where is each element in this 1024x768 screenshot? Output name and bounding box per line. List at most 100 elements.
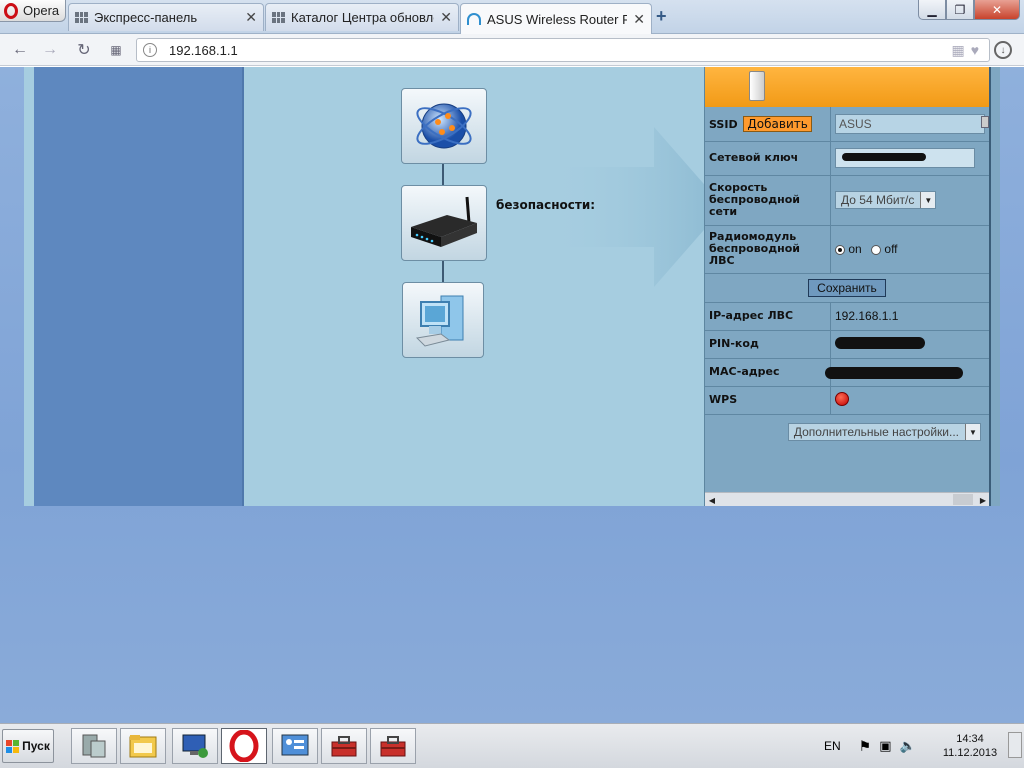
windows-flag-icon xyxy=(6,739,20,753)
taskbar-remote-desktop[interactable] xyxy=(172,728,218,764)
network-key-label: Сетевой ключ xyxy=(705,141,831,176)
language-indicator[interactable]: EN xyxy=(824,739,841,753)
wps-status-indicator[interactable] xyxy=(835,391,849,406)
taskbar-server-manager[interactable] xyxy=(71,728,117,764)
connector-line xyxy=(442,260,444,282)
server-manager-icon xyxy=(82,734,106,758)
add-ssid-button[interactable]: Добавить xyxy=(743,115,812,132)
wireless-speed-value: До 54 Мбит/с xyxy=(841,193,915,207)
tab-title: Экспресс-панель xyxy=(94,10,198,25)
chevron-down-icon[interactable]: ▼ xyxy=(965,424,980,441)
wireless-speed-select[interactable]: До 54 Мбит/с ▼ xyxy=(835,191,937,209)
advanced-settings-select[interactable]: Дополнительные настройки... ▼ xyxy=(787,423,981,442)
tab-asus-router[interactable]: ASUS Wireless Router RT ✕ xyxy=(460,3,652,34)
page-viewport: безопасности: SSID Добавить ASUS Сетевой… xyxy=(0,67,1024,723)
radio-on-label: on xyxy=(848,242,862,256)
page-right-border xyxy=(989,67,1000,506)
new-tab-button[interactable]: + xyxy=(656,6,667,27)
advanced-settings-label: Дополнительные настройки... xyxy=(793,425,959,440)
taskbar-explorer[interactable] xyxy=(120,728,166,764)
opera-icon xyxy=(229,730,259,762)
volume-muted-icon[interactable]: 🔈 xyxy=(900,738,916,754)
address-text[interactable]: 192.168.1.1 xyxy=(169,43,238,58)
tab-title: ASUS Wireless Router RT xyxy=(487,11,628,27)
pin-redaction xyxy=(835,336,925,349)
clock-date: 11.12.2013 xyxy=(942,747,998,759)
radio-off-label: off xyxy=(884,242,898,256)
system-tray: EN ⚑ ▣ 🔈 xyxy=(824,729,916,763)
clock-time: 14:34 xyxy=(956,733,984,745)
taskbar-toolbox-2[interactable] xyxy=(370,728,416,764)
radio-off-option[interactable] xyxy=(871,244,882,255)
taskbar-toolbox-1[interactable] xyxy=(321,728,367,764)
ssid-input[interactable] xyxy=(835,113,985,134)
windows-taskbar: Пуск EN ⚑ ▣ 🔈 14:34 11.12.2013 xyxy=(0,723,1024,768)
show-desktop-button[interactable] xyxy=(1008,732,1022,758)
start-label: Пуск xyxy=(22,739,50,753)
network-key-input[interactable] xyxy=(835,148,975,168)
tab-close-icon[interactable]: ✕ xyxy=(633,11,645,28)
lan-ip-label: IP-адрес ЛВС xyxy=(705,302,831,331)
network-icon[interactable]: ▣ xyxy=(879,738,891,754)
speed-dial-add-icon[interactable]: ▦ xyxy=(951,42,964,59)
opera-menu-label: Opera xyxy=(23,3,60,18)
scroll-thumb[interactable] xyxy=(953,494,973,505)
horizontal-scrollbar[interactable]: ◀ ▶ xyxy=(705,492,990,506)
speed-dial-grid-icon[interactable]: ▦ xyxy=(106,40,126,60)
page-icon xyxy=(272,12,285,23)
connector-line xyxy=(442,163,444,185)
address-bar[interactable]: i 192.168.1.1 ▦ ♥ xyxy=(136,38,990,62)
redaction-mark xyxy=(842,153,926,161)
panel-header xyxy=(705,67,989,107)
close-window-button[interactable]: ✕ xyxy=(974,0,1020,20)
left-menu-column xyxy=(24,67,246,506)
wifi-icon xyxy=(467,13,481,25)
tab-update-catalog[interactable]: Каталог Центра обновле ✕ xyxy=(265,3,459,31)
browser-tab-bar: Opera Экспресс-панель ✕ Каталог Центра о… xyxy=(0,0,1024,34)
start-button[interactable]: Пуск xyxy=(2,729,54,763)
taskbar-control-panel[interactable] xyxy=(272,728,318,764)
toolbox-icon xyxy=(380,736,406,757)
router-icon[interactable] xyxy=(401,185,487,261)
folder-icon xyxy=(129,735,157,758)
wps-label: WPS xyxy=(705,386,831,415)
reload-button[interactable]: ↻ xyxy=(74,40,94,60)
tab-close-icon[interactable]: ✕ xyxy=(440,9,452,26)
pin-code-label: PIN-код xyxy=(705,330,831,359)
download-icon[interactable]: ↓ xyxy=(994,41,1012,59)
tab-express-panel[interactable]: Экспресс-панель ✕ xyxy=(68,3,264,31)
mac-redaction xyxy=(825,366,963,379)
remote-desktop-icon xyxy=(182,734,208,758)
forward-button[interactable]: → xyxy=(40,40,60,60)
speed-dial-icon xyxy=(75,12,88,23)
ssid-label: SSID xyxy=(709,117,738,131)
minimize-button[interactable]: ▁ xyxy=(918,0,946,20)
back-button[interactable]: ← xyxy=(10,40,30,60)
radio-module-label: Радиомодуль беспроводной ЛВС xyxy=(705,225,831,274)
window-controls: ▁ ❐ ✕ xyxy=(918,0,1020,20)
ssid-checkbox[interactable] xyxy=(981,116,989,128)
system-clock[interactable]: 14:34 11.12.2013 xyxy=(936,732,1004,760)
wireless-speed-label: Скорость беспроводной сети xyxy=(705,175,831,226)
toolbox-icon xyxy=(331,736,357,757)
opera-logo-icon xyxy=(4,2,18,19)
scroll-right-icon[interactable]: ▶ xyxy=(976,493,990,507)
navigation-bar: ← → ↻ ▦ i 192.168.1.1 ▦ ♥ ↓ xyxy=(0,34,1024,66)
action-center-flag-icon[interactable]: ⚑ xyxy=(859,738,872,755)
tab-close-icon[interactable]: ✕ xyxy=(245,9,257,26)
site-info-icon[interactable]: i xyxy=(143,43,157,57)
opera-menu-button[interactable]: Opera xyxy=(0,0,66,22)
radio-on-option[interactable] xyxy=(835,244,845,255)
tab-title: Каталог Центра обновле xyxy=(291,10,435,25)
internet-globe-icon[interactable] xyxy=(401,88,487,164)
mac-address-label: MAC-адрес xyxy=(705,358,831,387)
taskbar-opera[interactable] xyxy=(221,728,267,764)
scroll-left-icon[interactable]: ◀ xyxy=(705,493,719,507)
heart-icon[interactable]: ♥ xyxy=(971,42,979,59)
computer-icon[interactable] xyxy=(402,282,484,358)
maximize-button[interactable]: ❐ xyxy=(946,0,974,20)
router-tower-icon xyxy=(749,71,765,101)
save-button[interactable]: Сохранить xyxy=(808,278,886,297)
router-page: безопасности: SSID Добавить ASUS Сетевой… xyxy=(24,67,1000,506)
chevron-down-icon[interactable]: ▼ xyxy=(920,192,936,208)
